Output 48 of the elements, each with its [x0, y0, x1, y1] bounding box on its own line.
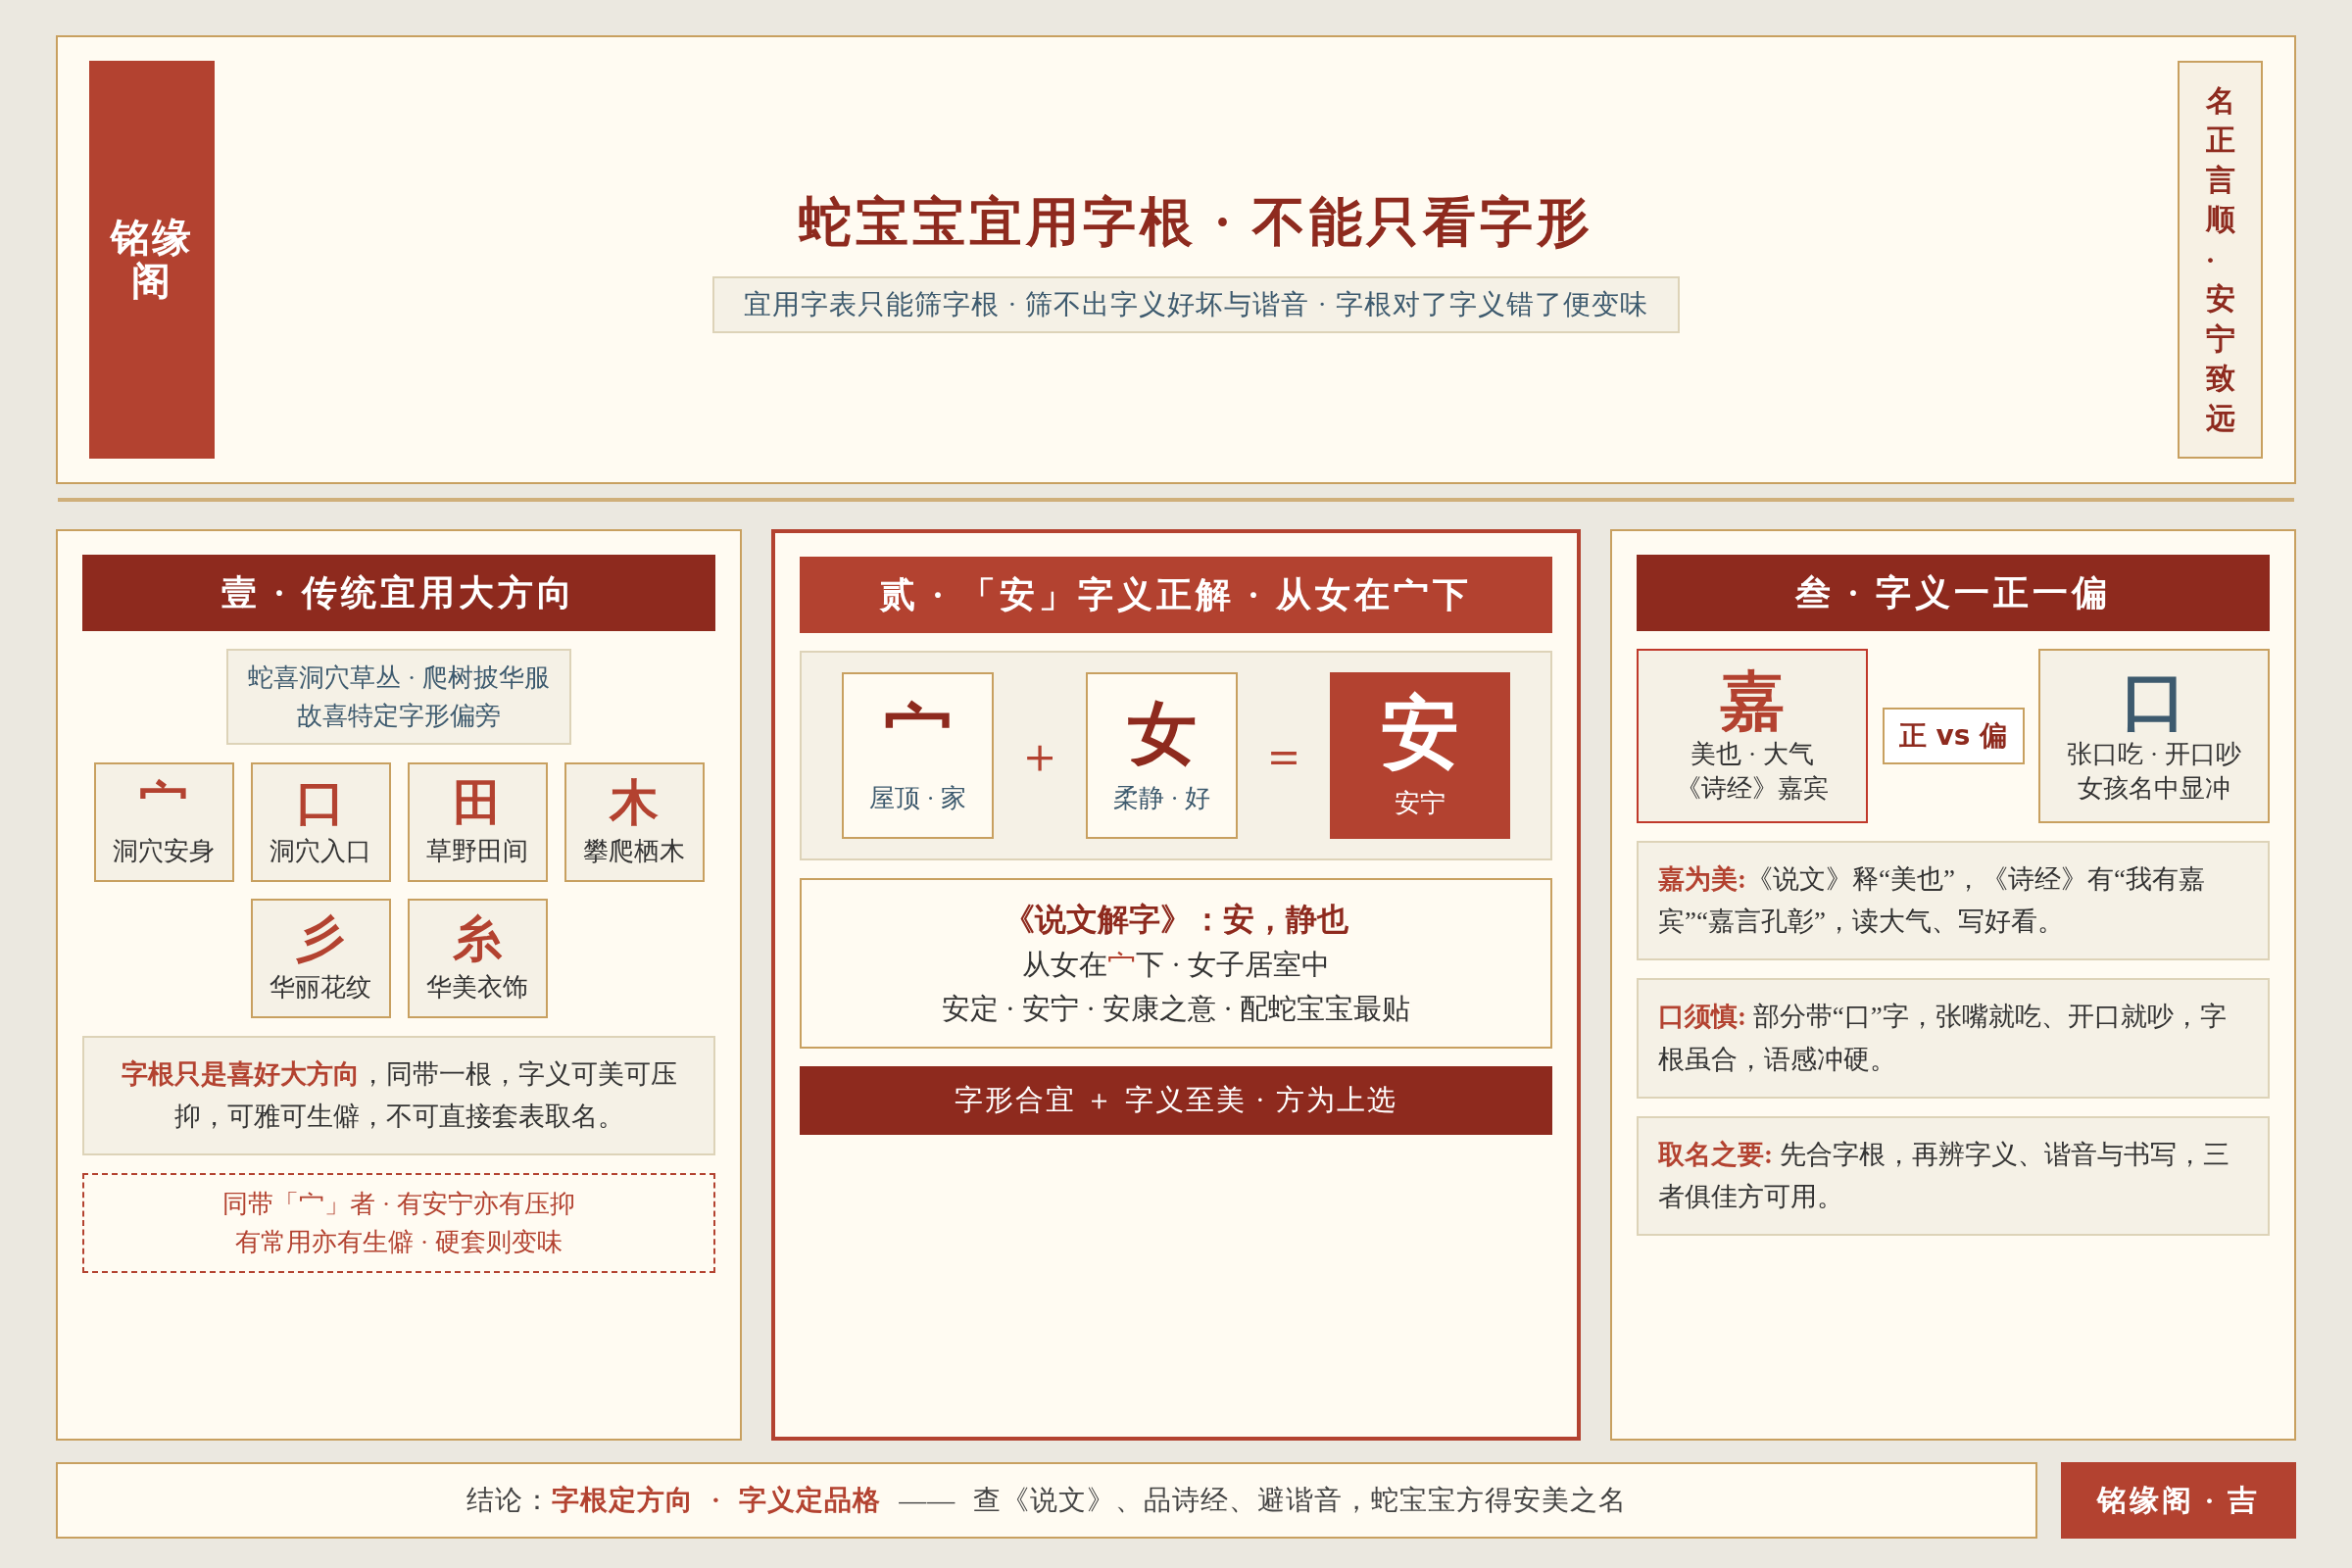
character-note: 《诗经》嘉宾 [1676, 773, 1829, 806]
explanation-text: 嘉为美:《说文》释“美也”，《诗经》有“我有嘉宾”“嘉言孔彰”，读大气、写好看。 [1637, 841, 2270, 961]
explanation-text: 取名之要: 先合字根，再辨字义、谐音与书写，三者俱佳方可用。 [1637, 1115, 2270, 1237]
radical-label: 洞穴安身 [113, 835, 215, 867]
radical-char: 彡 [296, 911, 345, 966]
character-note: 美也 · 大气 [1690, 739, 1814, 771]
summary-text: 字根只是喜好大方向，同带一根，字义可美可压抑，可雅可生僻，不可直接套表取名。 [82, 1036, 715, 1156]
component-char: 女 [1127, 695, 1197, 771]
quote-text: 安定 · 安宁 · 安康之意 · 配蛇宝宝最贴 [941, 991, 1411, 1026]
radical-char: 口 [296, 775, 345, 830]
radical-char: 糸 [453, 911, 502, 966]
page-title: 蛇宝宝宜用字根 · 不能只看字形 [799, 191, 1593, 254]
seal-logo: 铭缘阁 [89, 61, 215, 459]
section-heading: 贰 · 「安」字义正解 · 从女在宀下 [800, 557, 1552, 633]
radical-char: 田 [453, 775, 502, 830]
component-label: 柔静 · 好 [1112, 782, 1211, 814]
component-char: 宀 [883, 695, 953, 771]
motto-text: 名正言顺·安宁致远 [2205, 82, 2235, 436]
radical-char: 木 [610, 775, 659, 830]
section-heading: 叁 · 字义一正一偏 [1637, 555, 2270, 631]
character-glyph: 口 [2122, 665, 2186, 738]
radical-label: 华丽花纹 [270, 971, 371, 1004]
conclusion-text: 结论：字根定方向 · 字义定品格 —— 查《说文》、品诗经、避谐音，蛇宝宝方得安美之名 [56, 1462, 2037, 1539]
character-note: 张口吃 · 开口吵 [2067, 739, 2241, 771]
radical-label: 草野田间 [426, 835, 528, 867]
explanation-text: 口须慎: 部分带“口”字，张嘴就吃、开口就吵，字根虽合，语感冲硬。 [1637, 978, 2270, 1099]
character-glyph: 嘉 [1720, 665, 1785, 738]
component-label: 屋顶 · 家 [868, 782, 967, 814]
conclusion-banner: 字形合宜 ＋ 字义至美 · 方为上选 [800, 1065, 1552, 1135]
seal-badge: 铭缘阁 · 吉 [2061, 1462, 2296, 1539]
result-label: 安宁 [1395, 788, 1446, 820]
radical-char: 宀 [139, 775, 188, 830]
quote-title: 《说文解字》：安，静也 [1004, 901, 1348, 939]
result-char: 安 [1381, 690, 1459, 777]
versus-label: 正 vs 偏 [1882, 708, 2025, 764]
note-text: 故喜特定字形偏旁 [297, 701, 501, 732]
subtitle-text: 宜用字表只能筛字根 · 筛不出字义好坏与谐音 · 字根对了字义错了便变味 [712, 275, 1680, 333]
note-text: 蛇喜洞穴草丛 · 爬树披华服 [248, 662, 550, 694]
warning-text: 同带「宀」者 · 有安宁亦有压抑 [222, 1189, 575, 1221]
section-heading: 壹 · 传统宜用大方向 [82, 555, 715, 631]
radical-label: 攀爬栖木 [583, 835, 685, 867]
radical-label: 洞穴入口 [270, 835, 371, 867]
warning-text: 有常用亦有生僻 · 硬套则变味 [235, 1227, 563, 1259]
radical-label: 华美衣饰 [426, 971, 528, 1004]
quote-text: 从女在宀下 · 女子居室中 [1021, 948, 1331, 982]
character-note: 女孩名中显冲 [2078, 773, 2230, 806]
operator-sign: ＋ [1015, 726, 1064, 785]
operator-sign: ＝ [1259, 726, 1308, 785]
